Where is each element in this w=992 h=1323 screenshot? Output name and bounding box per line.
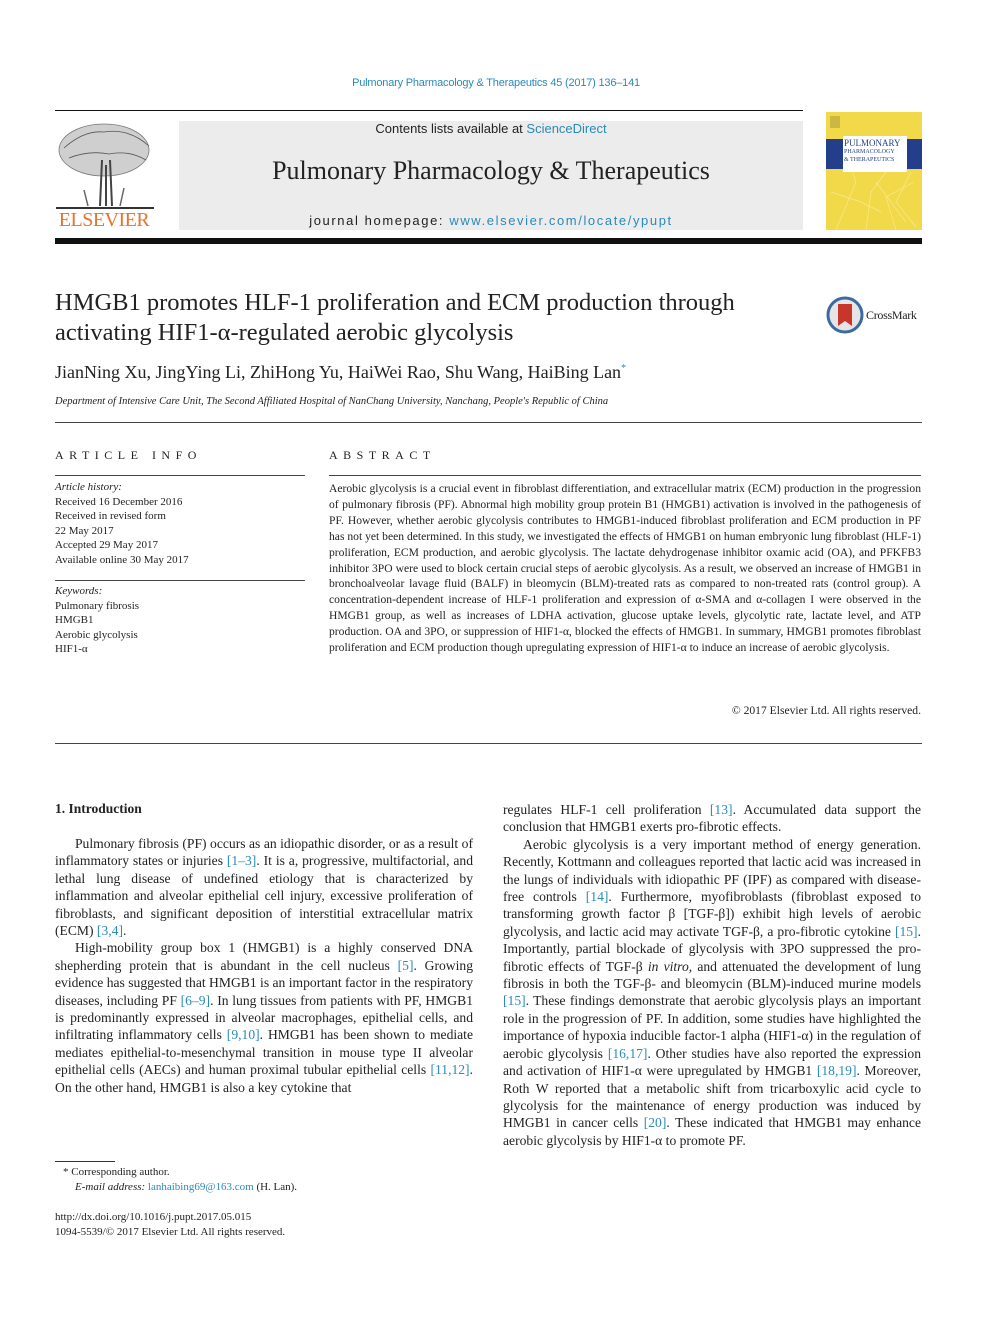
doi-link[interactable]: http://dx.doi.org/10.1016/j.pupt.2017.05… [55,1210,251,1225]
keyword: Aerobic glycolysis [55,628,138,641]
citation-reference-link[interactable]: [6–9] [181,993,210,1008]
homepage-link[interactable]: www.elsevier.com/locate/ypupt [449,213,672,228]
abstract-text: Aerobic glycolysis is a crucial event in… [329,482,921,655]
history-item: Available online 30 May 2017 [55,553,189,566]
abstract-divider [55,743,922,744]
homepage-prefix: journal homepage: [309,213,450,228]
contents-prefix: Contents lists available at [375,121,527,136]
article-info-heading: ARTICLE INFO [55,448,202,462]
elsevier-tree-icon [56,123,154,209]
keywords: Keywords: Pulmonary fibrosis HMGB1 Aerob… [55,584,305,657]
body-column-left: Pulmonary fibrosis (PF) occurs as an idi… [55,835,473,1096]
section-heading-introduction: 1. Introduction [55,801,142,816]
citation-reference-link[interactable]: [3,4] [97,923,123,938]
cover-title-line: PHARMACOLOGY [844,149,895,155]
crossmark-label: CrossMark [866,308,917,322]
body-text: in vitro [647,958,689,974]
journal-cover-thumbnail[interactable]: PULMONARY PHARMACOLOGY & THERAPEUTICS [826,112,922,230]
keywords-rule [55,580,305,581]
keyword: HMGB1 [55,614,94,626]
citation-reference-link[interactable]: [13] [710,802,733,817]
citation-reference-link[interactable]: [1–3] [227,853,256,868]
email-link[interactable]: lanhaibing69@163.com [148,1181,254,1193]
history-item: Received 16 December 2016 [55,495,183,508]
citation-reference-link[interactable]: [20] [644,1115,667,1130]
sciencedirect-link[interactable]: ScienceDirect [526,121,606,136]
elsevier-wordmark: ELSEVIER [58,209,150,231]
elsevier-logo[interactable]: ELSEVIER [54,120,156,232]
body-text: regulates HLF-1 cell proliferation [503,802,710,817]
citation-reference-link[interactable]: [18,19] [817,1063,857,1078]
history-item: 22 May 2017 [55,524,114,537]
citation-reference-link[interactable]: [14] [586,889,609,904]
journal-citation-link[interactable]: Pulmonary Pharmacology & Therapeutics 45… [0,77,992,89]
body-paragraph: High-mobility group box 1 (HMGB1) is a h… [55,939,473,1096]
cover-title: PULMONARY PHARMACOLOGY & THERAPEUTICS [843,136,907,172]
history-label: Article history: [55,481,122,493]
article-history: Article history: Received 16 December 20… [55,480,305,567]
cover-title-line: & THERAPEUTICS [844,157,895,163]
article-title: HMGB1 promotes HLF-1 proliferation and E… [55,289,735,346]
cover-title-line: PULMONARY [844,138,901,148]
abstract-copyright: © 2017 Elsevier Ltd. All rights reserved… [731,704,921,717]
citation-reference-link[interactable]: [15] [895,924,918,939]
keyword: HIF1-α [55,643,88,655]
email-note: E-mail address: lanhaibing69@163.com (H.… [75,1180,297,1195]
authors-text: JianNing Xu, JingYing Li, ZhiHong Yu, Ha… [55,362,622,382]
article-info-rule [55,475,305,476]
author-list: JianNing Xu, JingYing Li, ZhiHong Yu, Ha… [55,362,626,383]
abstract-heading: ABSTRACT [329,448,436,462]
abstract-rule [329,475,921,476]
affiliation: Department of Intensive Care Unit, The S… [55,396,609,407]
header-thick-rule [55,238,922,244]
citation-reference-link[interactable]: [15] [503,993,526,1008]
corresponding-author-note: * Corresponding author. [63,1166,170,1178]
keyword: Pulmonary fibrosis [55,599,140,612]
citation-reference-link[interactable]: [5] [398,958,414,973]
email-suffix: (H. Lan). [253,1181,298,1193]
keywords-label: Keywords: [55,585,103,597]
corresponding-author-marker[interactable]: * [621,363,626,374]
contents-line: Contents lists available at ScienceDirec… [179,121,803,136]
body-text: . [122,923,127,939]
body-paragraph: Aerobic glycolysis is a very important m… [503,836,921,1149]
body-paragraph: Pulmonary fibrosis (PF) occurs as an idi… [55,835,473,939]
body-column-right: regulates HLF-1 cell proliferation [13].… [503,801,921,1149]
history-item: Accepted 29 May 2017 [55,539,158,551]
citation-reference-link[interactable]: [9,10] [227,1027,260,1042]
body-paragraph: regulates HLF-1 cell proliferation [13].… [503,801,921,836]
journal-homepage: journal homepage: www.elsevier.com/locat… [179,213,803,228]
citation-reference-link[interactable]: [11,12] [430,1062,469,1077]
title-divider [55,422,922,423]
crossmark-button[interactable]: CrossMark [826,296,926,336]
citation-reference-link[interactable]: [16,17] [608,1046,648,1061]
history-item: Received in revised form [55,510,166,522]
crossmark-icon [826,296,864,334]
journal-title: Pulmonary Pharmacology & Therapeutics [272,156,710,185]
issn-line: 1094-5539/© 2017 Elsevier Ltd. All right… [55,1226,286,1238]
email-label: E-mail address: [75,1181,148,1193]
footnote-rule [55,1161,115,1162]
header-rule [55,110,803,111]
